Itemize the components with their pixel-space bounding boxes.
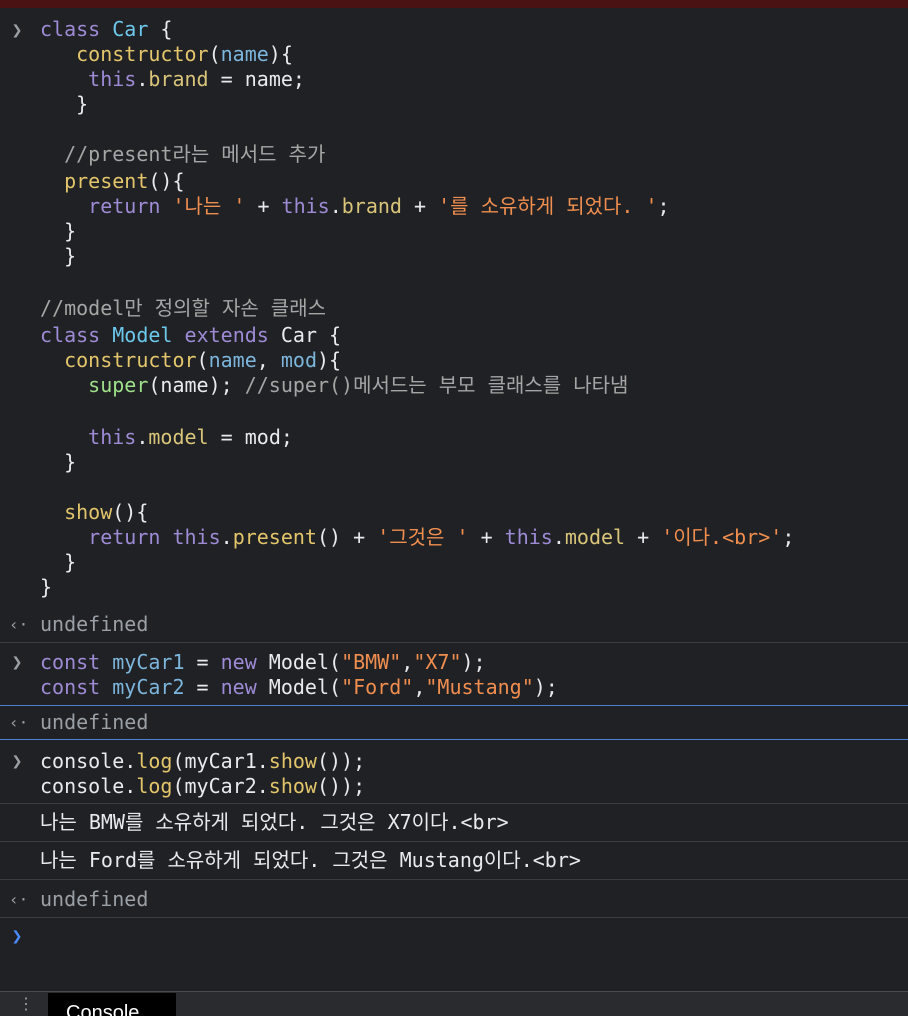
chevron-right-icon: ❯: [11, 652, 23, 673]
code-line: //present라는 메서드 추가: [64, 142, 326, 166]
tab-console[interactable]: Console: [48, 993, 176, 1016]
console-log-message-2: 나는 Ford를 소유하게 되었다. 그것은 Mustang이다.<br>: [0, 842, 908, 879]
result-value: undefined: [40, 710, 149, 734]
code-line: return this.present() + '그것은 ' + this.mo…: [88, 525, 795, 549]
code-line: }: [40, 575, 53, 599]
code-line: class Model extends Car {: [40, 323, 342, 347]
code-line: }: [40, 244, 77, 268]
code-line: constructor(name, mod){: [64, 348, 342, 372]
code-line: console.log(myCar2.show());: [40, 774, 366, 798]
console-input-entry-2[interactable]: ❯ const myCar1 = new Model("BMW","X7"); …: [0, 643, 908, 705]
console-input-entry-1[interactable]: ❯ class Car { constructor(name){ this.br…: [0, 0, 908, 610]
code-line: const myCar2 = new Model("Ford","Mustang…: [40, 675, 558, 699]
console-result-entry-1: ‹· undefined: [0, 610, 908, 642]
return-arrow-icon: ‹·: [9, 615, 29, 634]
code-line: show(){: [64, 500, 149, 524]
code-line: //model만 정의할 자손 클래스: [40, 296, 327, 320]
chevron-right-icon: ❯: [11, 20, 23, 41]
console-input-entry-3[interactable]: ❯ console.log(myCar1.show()); console.lo…: [0, 740, 908, 803]
log-text: 나는 BMW를 소유하게 되었다. 그것은 X7이다.<br>: [40, 810, 509, 834]
code-line: const myCar1 = new Model("BMW","X7");: [40, 650, 486, 674]
code-line: constructor(name){: [76, 42, 293, 66]
return-arrow-icon: ‹·: [9, 713, 29, 732]
code-line: super(name); //super()메서드는 부모 클래스를 나타냄: [88, 373, 629, 397]
code-line: }: [40, 450, 77, 474]
console-result-entry-3: ‹· undefined: [0, 880, 908, 917]
chevron-right-icon: ❯: [11, 926, 23, 947]
console-prompt-input[interactable]: ❯: [0, 918, 908, 990]
code-line: console.log(myCar1.show());: [40, 749, 366, 773]
code-line: present(){: [64, 169, 185, 193]
code-line: }: [40, 92, 89, 116]
console-log-message-1: 나는 BMW를 소유하게 되었다. 그것은 X7이다.<br>: [0, 804, 908, 841]
code-line: }: [40, 219, 77, 243]
code-line: return '나는 ' + this.brand + '를 소유하게 되었다.…: [88, 194, 670, 218]
console-result-entry-2: ‹· undefined: [0, 706, 908, 739]
code-line: class Car {: [40, 17, 173, 41]
return-arrow-icon: ‹·: [9, 890, 29, 909]
drawer-toolbar: ⋮ Console: [0, 991, 908, 1016]
code-line: this.brand = name;: [88, 67, 305, 91]
result-value: undefined: [40, 612, 149, 636]
kebab-menu-icon[interactable]: ⋮: [18, 996, 34, 1016]
result-value: undefined: [40, 887, 149, 911]
chevron-right-icon: ❯: [11, 751, 23, 772]
log-text: 나는 Ford를 소유하게 되었다. 그것은 Mustang이다.<br>: [40, 848, 581, 872]
code-line: }: [40, 550, 77, 574]
code-line: this.model = mod;: [88, 425, 293, 449]
